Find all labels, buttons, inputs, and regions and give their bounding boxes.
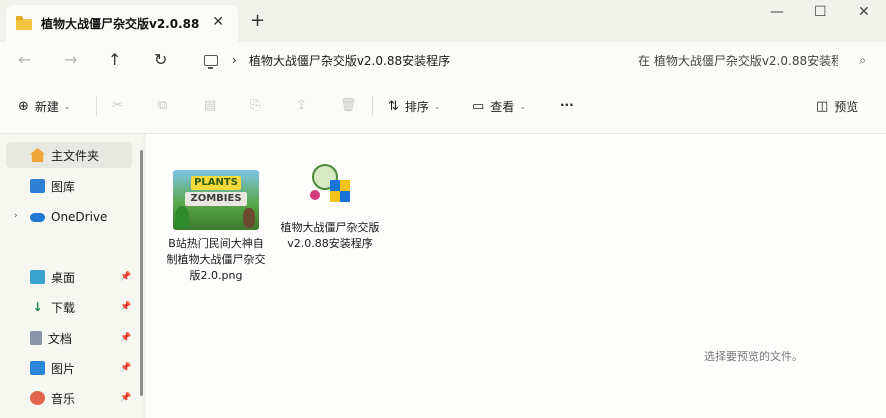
plus-icon: ⊕ xyxy=(18,99,29,114)
file-list: PLANTS ZOMBIES B站热门民间大神自制植物大战僵尸杂交版2.0.pn… xyxy=(146,134,886,418)
sidebar-item-label: 主文件夹 xyxy=(51,148,100,163)
image-thumbnail: PLANTS ZOMBIES xyxy=(173,170,259,230)
sort-icon: ⇅ xyxy=(388,99,399,114)
file-item-installer[interactable]: 植物大战僵尸杂交版v2.0.88安装程序 xyxy=(280,160,380,252)
sidebar-item-label: 图库 xyxy=(51,179,76,194)
breadcrumb-separator: › xyxy=(232,53,237,67)
sidebar-item-documents[interactable]: 文档 xyxy=(30,329,72,347)
breadcrumb[interactable]: 植物大战僵尸杂交版v2.0.88安装程序 xyxy=(249,52,450,69)
copy-button[interactable]: ⧉ xyxy=(158,98,173,113)
paste-button[interactable]: ▤ xyxy=(204,98,222,113)
sidebar-item-label: 桌面 xyxy=(51,270,76,285)
view-button[interactable]: ▭ 查看 ⌄ xyxy=(472,98,526,115)
home-icon xyxy=(30,148,45,162)
chevron-down-icon: ⌄ xyxy=(519,102,527,111)
scissors-icon: ✂ xyxy=(112,98,123,113)
file-item-png[interactable]: PLANTS ZOMBIES B站热门民间大神自制植物大战僵尸杂交版2.0.pn… xyxy=(166,170,266,284)
pictures-icon xyxy=(30,361,45,375)
preview-pane-icon: ◫ xyxy=(816,99,829,114)
new-button[interactable]: ⊕ 新建 ⌄ xyxy=(18,98,71,115)
gallery-icon xyxy=(30,179,45,193)
sort-label: 排序 xyxy=(404,100,429,114)
divider xyxy=(372,96,373,116)
sidebar-item-home[interactable]: 主文件夹 xyxy=(6,142,132,168)
share-button[interactable]: ⇪ xyxy=(296,98,313,113)
more-options-button[interactable]: ··· xyxy=(560,98,574,112)
thumbnail-title-top: PLANTS xyxy=(191,176,241,190)
chevron-down-icon: ⌄ xyxy=(433,102,441,111)
refresh-icon[interactable]: ↻ xyxy=(154,50,167,69)
rename-icon: ⎘ xyxy=(250,98,261,113)
close-window-button[interactable]: ✕ xyxy=(858,4,870,20)
view-label: 查看 xyxy=(490,100,515,114)
cloud-icon xyxy=(30,212,45,222)
share-icon: ⇪ xyxy=(296,98,307,113)
sidebar-item-pictures[interactable]: 图片 xyxy=(30,359,75,377)
preview-label: 预览 xyxy=(834,100,859,114)
back-arrow-icon[interactable]: ← xyxy=(18,50,31,69)
pin-icon[interactable]: 📌 xyxy=(120,302,131,312)
pin-icon[interactable]: 📌 xyxy=(120,333,131,343)
preview-hint: 选择要预览的文件。 xyxy=(704,350,803,363)
this-pc-icon xyxy=(204,54,218,69)
navigation-bar: ← → ↑ ↻ › 植物大战僵尸杂交版v2.0.88安装程序 在 植物大战僵尸杂… xyxy=(0,42,886,78)
preview-pane-button[interactable]: ◫ 预览 xyxy=(816,98,858,115)
chevron-down-icon: ⌄ xyxy=(63,102,71,111)
chevron-right-icon[interactable]: › xyxy=(14,211,18,221)
sidebar-item-label: 文档 xyxy=(48,331,73,346)
rename-button[interactable]: ⎘ xyxy=(250,98,266,113)
forward-arrow-icon[interactable]: → xyxy=(64,50,77,69)
tab-close-button[interactable]: ✕ xyxy=(212,14,224,30)
pin-icon[interactable]: 📌 xyxy=(120,393,131,403)
command-bar: ⊕ 新建 ⌄ ✂ ⧉ ▤ ⎘ ⇪ 🗑 ⇅ 排序 ⌄ ▭ 查看 ⌄ ··· ◫ 预… xyxy=(0,78,886,134)
up-arrow-icon[interactable]: ↑ xyxy=(108,50,121,69)
delete-button[interactable]: 🗑 xyxy=(340,98,363,113)
sort-button[interactable]: ⇅ 排序 ⌄ xyxy=(388,98,441,115)
active-tab[interactable]: 植物大战僵尸杂交版v2.0.88安装程序 ✕ xyxy=(6,5,238,42)
sidebar-item-gallery[interactable]: 图库 xyxy=(30,177,75,195)
pin-icon[interactable]: 📌 xyxy=(120,272,131,282)
search-icon[interactable]: ⌕ xyxy=(859,53,866,68)
paste-icon: ▤ xyxy=(204,98,217,113)
minimize-button[interactable]: — xyxy=(770,4,784,20)
file-name: B站热门民间大神自制植物大战僵尸杂交版2.0.png xyxy=(166,237,266,282)
sidebar-item-label: 下载 xyxy=(51,300,76,315)
sidebar-item-music[interactable]: 音乐 xyxy=(30,389,75,407)
folder-icon xyxy=(16,16,32,30)
installer-app-icon xyxy=(306,162,354,210)
sidebar-item-desktop[interactable]: 桌面 xyxy=(30,268,75,286)
search-box[interactable]: 在 植物大战僵尸杂交版v2.0.88安装程序 中搜索 ⌕ xyxy=(628,46,880,74)
desktop-icon xyxy=(30,270,45,284)
trash-icon: 🗑 xyxy=(340,98,357,113)
sidebar-item-label: 音乐 xyxy=(51,391,76,406)
pin-icon[interactable]: 📌 xyxy=(120,363,131,373)
new-tab-button[interactable]: + xyxy=(250,10,265,31)
sidebar-item-label: 图片 xyxy=(51,361,76,376)
copy-icon: ⧉ xyxy=(158,98,168,113)
more-icon: ··· xyxy=(560,98,574,112)
sidebar-item-onedrive[interactable]: OneDrive xyxy=(30,208,107,226)
sidebar-item-downloads[interactable]: ↓ 下载 xyxy=(30,298,75,316)
file-name: 植物大战僵尸杂交版v2.0.88安装程序 xyxy=(280,221,380,250)
thumbnail-title-bottom: ZOMBIES xyxy=(185,192,247,206)
navigation-pane: 主文件夹 图库 › OneDrive 桌面 📌 ↓ 下载 📌 文档 📌 图片 📌… xyxy=(0,134,142,418)
document-icon xyxy=(30,331,42,345)
sidebar-item-label: OneDrive xyxy=(51,210,108,224)
cut-button[interactable]: ✂ xyxy=(112,98,129,113)
tab-title: 植物大战僵尸杂交版v2.0.88安装程序 xyxy=(41,17,199,31)
download-icon: ↓ xyxy=(32,300,43,314)
new-label: 新建 xyxy=(34,100,59,114)
sidebar-scrollbar[interactable] xyxy=(140,150,143,396)
title-bar: 植物大战僵尸杂交版v2.0.88安装程序 ✕ + — ☐ ✕ xyxy=(0,0,886,42)
divider xyxy=(96,96,97,116)
music-icon xyxy=(30,391,45,405)
address-bar[interactable]: › 植物大战僵尸杂交版v2.0.88安装程序 xyxy=(194,46,624,74)
maximize-button[interactable]: ☐ xyxy=(814,4,827,20)
search-input[interactable]: 在 植物大战僵尸杂交版v2.0.88安装程序 中搜索 xyxy=(638,52,838,69)
view-icon: ▭ xyxy=(472,99,485,114)
